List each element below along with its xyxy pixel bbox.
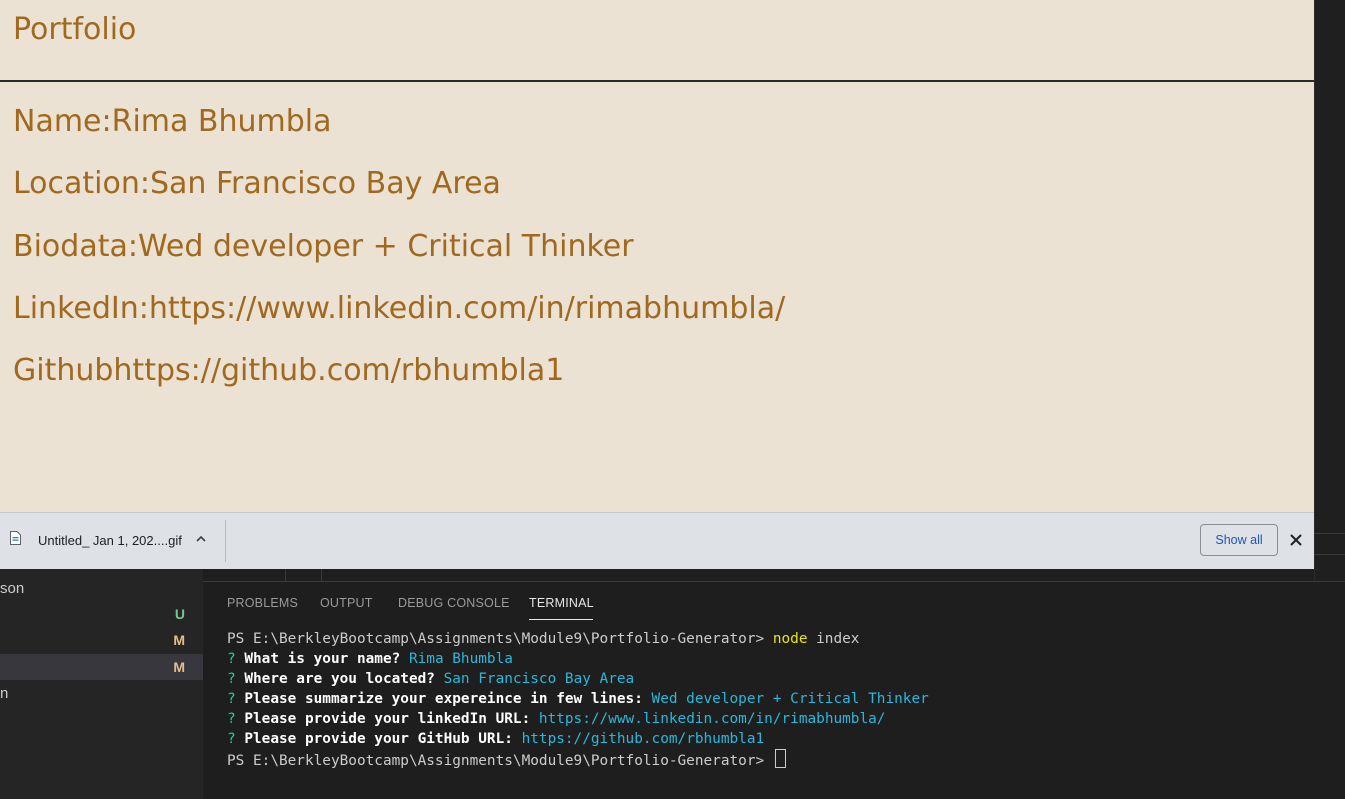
download-filename[interactable]: Untitled_ Jan 1, 202....gif [38,533,182,548]
git-status-badge: M [173,659,185,675]
portfolio-linkedin: LinkedIn:https://www.linkedin.com/in/rim… [13,291,786,326]
chevron-up-icon[interactable] [194,532,208,546]
tab-output[interactable]: OUTPUT [320,596,373,610]
page-title: Portfolio [13,12,137,47]
portfolio-name: Name:Rima Bhumbla [13,104,332,139]
explorer-item-label: n [0,685,9,702]
git-status-badge: U [174,606,185,622]
terminal-cursor [774,749,786,768]
explorer-item[interactable]: M [0,627,203,653]
tab-problems[interactable]: PROBLEMS [227,596,298,610]
explorer-item-selected[interactable]: M [0,654,203,680]
portfolio-biodata: Biodata:Wed developer + Critical Thinker [13,229,634,264]
git-status-badge: M [173,632,185,648]
portfolio-github: Githubhttps://github.com/rbhumbla1 [13,353,565,388]
terminal-line: ? Where are you located? San Francisco B… [227,671,635,687]
explorer-item[interactable]: son [0,576,203,602]
explorer-item[interactable]: U [0,601,203,627]
tab-debug-console[interactable]: DEBUG CONSOLE [398,596,510,610]
file-icon [10,531,21,545]
terminal-line: PS E:\BerkleyBootcamp\Assignments\Module… [227,631,860,647]
show-all-button[interactable]: Show all [1200,524,1278,556]
bottom-panel: PROBLEMS OUTPUT DEBUG CONSOLE TERMINAL P… [203,581,1345,799]
active-tab-indicator [529,619,593,620]
terminal-output[interactable]: PS E:\BerkleyBootcamp\Assignments\Module… [227,629,929,771]
terminal-line: ? Please provide your linkedIn URL: http… [227,711,886,727]
terminal-line: ? Please summarize your expereince in fe… [227,691,929,707]
close-icon[interactable] [1288,532,1304,548]
terminal-line: PS E:\BerkleyBootcamp\Assignments\Module… [227,749,929,771]
explorer-item[interactable]: n [0,681,203,707]
separator [225,520,226,562]
tab-terminal[interactable]: TERMINAL [529,596,594,610]
download-bar: Untitled_ Jan 1, 202....gif Show all [0,512,1314,569]
browser-window: Portfolio Name:Rima Bhumbla Location:San… [0,0,1314,569]
portfolio-location: Location:San Francisco Bay Area [13,166,501,201]
explorer-item-label: son [0,580,25,597]
terminal-line: ? Please provide your GitHub URL: https:… [227,731,765,747]
explorer-sidebar: son U M M n [0,569,203,799]
terminal-line: ? What is your name? Rima Bhumbla [227,651,513,667]
portfolio-page: Portfolio Name:Rima Bhumbla Location:San… [0,0,1314,512]
divider [0,80,1314,82]
editor-strip-divider [1314,533,1345,555]
